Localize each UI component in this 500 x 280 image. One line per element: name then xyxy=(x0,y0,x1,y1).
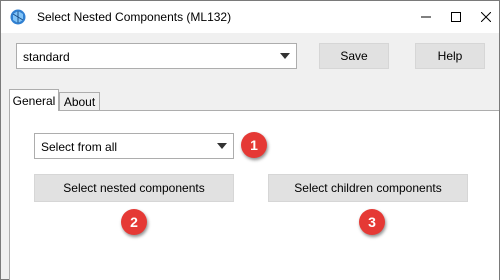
callout-badge-3: 3 xyxy=(359,209,385,235)
select-nested-components-button[interactable]: Select nested components xyxy=(34,174,234,202)
tab-general[interactable]: General xyxy=(9,89,59,111)
minimize-button[interactable] xyxy=(411,1,441,33)
dialog-window: Select Nested Components (ML132) standar… xyxy=(0,0,500,280)
help-button[interactable]: Help xyxy=(415,43,485,69)
callout-badge-2: 2 xyxy=(121,209,147,235)
profile-dropdown-value: standard xyxy=(23,50,70,64)
close-button[interactable] xyxy=(471,1,500,33)
select-children-components-button[interactable]: Select children components xyxy=(268,174,468,202)
profile-dropdown[interactable]: standard xyxy=(16,43,297,69)
chevron-down-icon xyxy=(280,53,290,59)
save-button[interactable]: Save xyxy=(319,43,389,69)
chevron-down-icon xyxy=(217,143,227,149)
maximize-button[interactable] xyxy=(441,1,471,33)
minimize-icon xyxy=(421,16,431,18)
callout-badge-1: 1 xyxy=(241,132,267,158)
window-title: Select Nested Components (ML132) xyxy=(37,10,232,24)
close-icon xyxy=(481,12,491,22)
app-logo-icon xyxy=(9,8,27,26)
maximize-icon xyxy=(451,12,461,22)
tab-about[interactable]: About xyxy=(59,92,100,111)
select-scope-value: Select from all xyxy=(41,140,118,154)
title-bar: Select Nested Components (ML132) xyxy=(1,1,499,33)
select-scope-dropdown[interactable]: Select from all xyxy=(34,133,234,159)
